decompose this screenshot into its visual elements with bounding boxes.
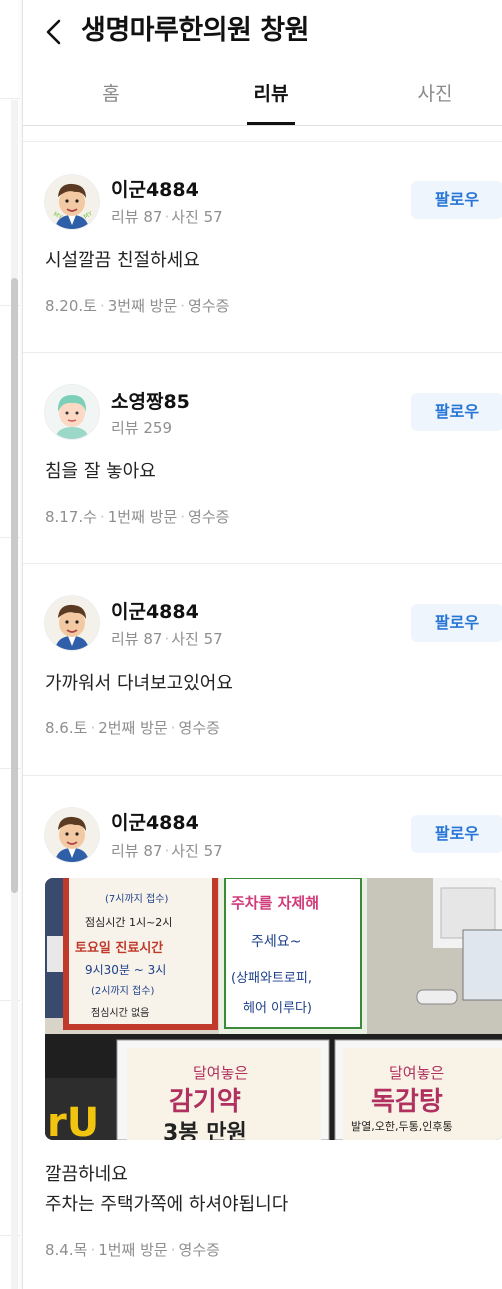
avatar[interactable]: MY MY	[45, 175, 99, 229]
reviewer-name[interactable]: 이군4884	[111, 175, 199, 202]
review-meta: 8.20.토 · 3번째 방문 · 영수증	[45, 297, 230, 315]
visit-count: 3번째 방문	[107, 297, 178, 315]
reviewer-name[interactable]: 이군4884	[111, 808, 199, 835]
background-divider	[0, 98, 20, 99]
visit-date: 8.20.토	[45, 297, 97, 315]
receipt-label: 영수증	[178, 1241, 220, 1259]
box2-big-text: 독감탕	[371, 1087, 443, 1117]
sign-saturday-hours: 9시30분 ~ 3시	[85, 963, 166, 977]
box1-big-text: 감기약	[169, 1087, 241, 1117]
review-text-line[interactable]: 깔끔하네요	[45, 1160, 128, 1190]
tab-home[interactable]: 홈	[61, 62, 161, 126]
reviewer-stats: 리뷰 87 · 사진 57	[111, 842, 223, 860]
follow-button[interactable]: 팔로우	[411, 181, 502, 219]
tab-reviews[interactable]: 리뷰	[221, 62, 321, 126]
follow-button[interactable]: 팔로우	[411, 393, 502, 431]
avatar[interactable]	[45, 596, 99, 650]
sign-saturday-title: 토요일 진료시간	[75, 940, 163, 956]
visit-date: 8.4.목	[45, 1241, 88, 1259]
sign-hours-text: (7시까지 접수)	[105, 893, 168, 905]
avatar[interactable]	[45, 808, 99, 862]
reviewer-stats: 리뷰 87 · 사진 57	[111, 630, 223, 648]
review-meta: 8.4.목 · 1번째 방문 · 영수증	[45, 1241, 220, 1259]
reviewer-review-count: 리뷰 87	[111, 630, 163, 648]
sign-saturday-lunch: 점심시간 없음	[91, 1006, 149, 1019]
review-text-line[interactable]: 주차는 주택가쪽에 하셔야됩니다	[45, 1190, 288, 1220]
sign-parking-line2: 주세요~	[251, 934, 301, 950]
cartoon-man-avatar-icon	[45, 808, 99, 862]
visit-date: 8.17.수	[45, 508, 97, 526]
reviewer-stats: 리뷰 259	[111, 417, 172, 438]
sign-parking-line4: 헤어 이루다)	[243, 1001, 312, 1016]
review-panel: 생명마루한의원 창원 홈 리뷰 사진 MY MY 이군4884 리뷰 87 · …	[22, 0, 502, 1289]
cartoon-man-avatar-icon	[45, 596, 99, 650]
receipt-label: 영수증	[188, 508, 230, 526]
reviewer-stats: 리뷰 87 · 사진 57	[111, 208, 223, 226]
receipt-label: 영수증	[178, 719, 220, 737]
panel-header: 생명마루한의원 창원	[23, 0, 502, 62]
section-separator	[23, 126, 502, 142]
review-item: 이군4884 리뷰 87 · 사진 57 팔로우 가까워서 다녀보고있어요 8.6.…	[23, 564, 502, 776]
visit-date: 8.6.토	[45, 719, 88, 737]
avatar[interactable]	[45, 385, 99, 439]
visit-count: 1번째 방문	[98, 1241, 168, 1259]
sign-parking-line3: (상패와트로피,	[231, 971, 312, 986]
page-title: 생명마루한의원 창원	[81, 15, 309, 46]
tab-photos[interactable]: 사진	[385, 62, 485, 126]
review-text[interactable]: 시설깔끔 친절하세요	[45, 246, 200, 276]
reviewer-review-count: 리뷰 87	[111, 842, 163, 860]
reviewer-photo-count: 사진 57	[171, 630, 223, 648]
follow-button[interactable]: 팔로우	[411, 815, 502, 853]
reviewer-photo-count: 사진 57	[171, 842, 223, 860]
review-photo[interactable]: (7시까지 접수) 점심시간 1시~2시 토요일 진료시간 9시30분 ~ 3시…	[45, 878, 502, 1140]
active-tab-indicator	[247, 122, 295, 125]
receipt-label: 영수증	[188, 297, 230, 315]
sign-lunch-text: 점심시간 1시~2시	[85, 916, 172, 929]
reviewer-review-count: 리뷰 87	[111, 208, 163, 226]
review-meta: 8.17.수 · 1번째 방문 · 영수증	[45, 508, 230, 526]
review-text[interactable]: 가까워서 다녀보고있어요	[45, 669, 233, 699]
back-button[interactable]	[41, 16, 69, 48]
visit-count: 2번째 방문	[98, 719, 168, 737]
visit-count: 1번째 방문	[107, 508, 178, 526]
reviewer-name[interactable]: 이군4884	[111, 597, 199, 624]
scrollbar-thumb[interactable]	[11, 278, 18, 893]
review-item: 소영짱85 리뷰 259 팔로우 침을 잘 놓아요 8.17.수 · 1번째 방문 ·…	[23, 353, 502, 564]
chevron-left-icon	[46, 19, 61, 45]
counter-letters: rU	[47, 1100, 99, 1140]
reviewer-name[interactable]: 소영짱85	[111, 387, 190, 414]
follow-button[interactable]: 팔로우	[411, 604, 502, 642]
review-text[interactable]: 침을 잘 놓아요	[45, 457, 156, 487]
box1-small-text: 달여놓은	[193, 1064, 248, 1082]
review-photo-image: (7시까지 접수) 점심시간 1시~2시 토요일 진료시간 9시30분 ~ 3시…	[45, 878, 502, 1140]
tab-bar: 홈 리뷰 사진	[23, 62, 502, 126]
reviewer-photo-count: 사진 57	[171, 208, 223, 226]
mint-hair-person-avatar-icon	[45, 385, 99, 439]
review-meta: 8.6.토 · 2번째 방문 · 영수증	[45, 719, 220, 737]
review-item: MY MY 이군4884 리뷰 87 · 사진 57 팔로우 시설깔끔 친절하세요 …	[23, 142, 502, 353]
box2-sub-text: 발열,오한,두통,인후통	[351, 1120, 453, 1133]
sign-parking-line1: 주차를 자제해	[231, 894, 319, 912]
sign-saturday-note: (2시까지 접수)	[91, 985, 154, 997]
box2-small-text: 달여놓은	[389, 1064, 444, 1082]
box1-price-text: 3봉 만원	[163, 1121, 247, 1140]
cartoon-man-avatar-icon: MY MY	[45, 175, 99, 229]
reviewer-review-count: 리뷰 259	[111, 419, 172, 437]
